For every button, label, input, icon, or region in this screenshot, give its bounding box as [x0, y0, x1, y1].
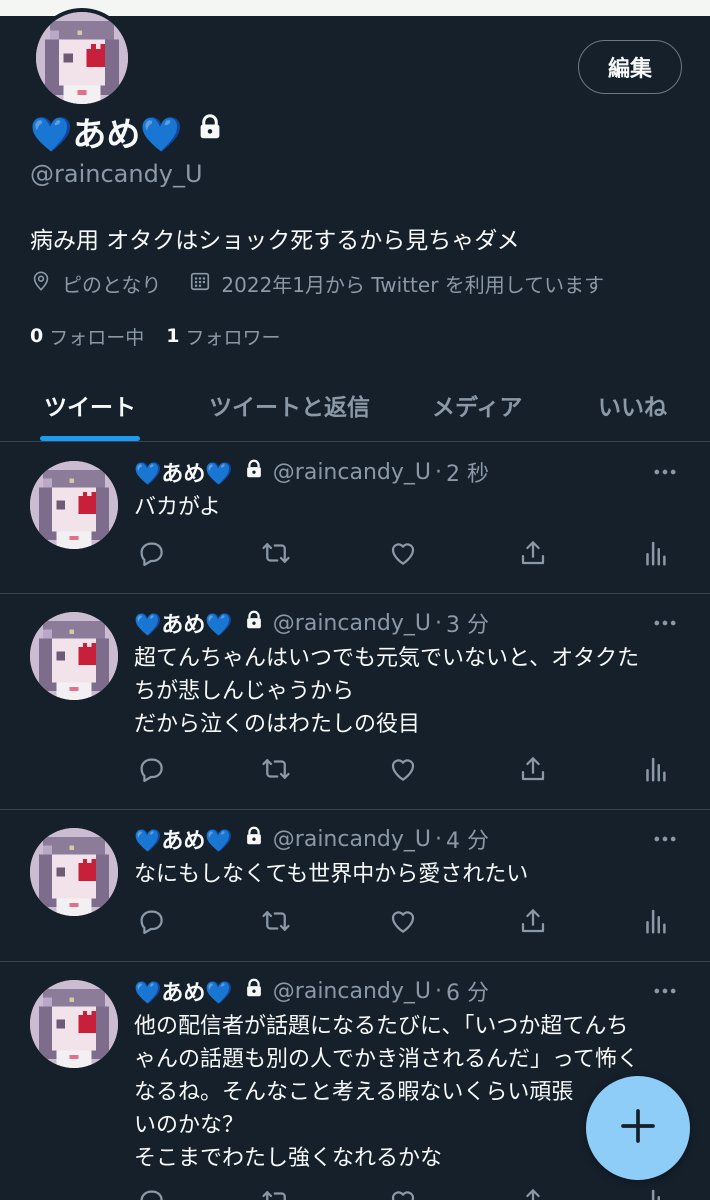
tweet-text: バカがよ: [134, 495, 221, 520]
edit-profile-button[interactable]: 編集: [578, 40, 682, 94]
tweet-author-handle[interactable]: @raincandy_U: [273, 611, 431, 636]
retweet-icon[interactable]: [259, 752, 293, 786]
location-pin-icon: [30, 270, 52, 297]
profile-meta: ピのとなり 2022年1月から Twitter を利用しています: [30, 268, 632, 298]
like-icon[interactable]: [386, 1184, 420, 1200]
tweet-separator: ·: [435, 459, 442, 485]
tweet-header: 💙あめ💙 @raincandy_U · 4 分: [134, 822, 489, 856]
profile-joined: 2022年1月から Twitter を利用しています: [189, 269, 604, 298]
tweet-author-name[interactable]: 💙あめ💙: [134, 607, 233, 639]
analytics-icon[interactable]: [638, 1184, 672, 1200]
tweet-avatar[interactable]: [30, 828, 118, 916]
tweet-text: 超てんちゃんはいつでも元気でいないと、オタクた ちが悲しんじゃうから だから泣く…: [134, 646, 640, 737]
followers-label: フォロワー: [185, 326, 281, 349]
followers-count: 1: [166, 325, 180, 347]
tweet-author-name[interactable]: 💙あめ💙: [134, 456, 233, 488]
tweet-timestamp[interactable]: 6 分: [446, 975, 489, 1007]
lock-icon: [243, 825, 265, 853]
tweet[interactable]: 💙あめ💙 @raincandy_U · 3 分 超てんちゃんはいつでも元気でいな…: [0, 594, 710, 810]
like-icon[interactable]: [386, 752, 420, 786]
share-icon[interactable]: [516, 536, 550, 570]
profile-display-name-row: 💙あめ💙: [30, 108, 225, 155]
analytics-icon[interactable]: [638, 904, 672, 938]
lock-icon: [243, 609, 265, 637]
tweet[interactable]: 💙あめ💙 @raincandy_U · 4 分 なにもしなくても世界中から愛され…: [0, 810, 710, 962]
tweet-timestamp[interactable]: 3 分: [446, 607, 489, 639]
retweet-icon[interactable]: [259, 904, 293, 938]
reply-icon[interactable]: [134, 904, 168, 938]
retweet-icon[interactable]: [259, 536, 293, 570]
joined-text: 2022年1月から Twitter を利用しています: [221, 272, 605, 297]
follow-stats: 0 フォロー中 1 フォロワー: [30, 322, 303, 350]
like-icon[interactable]: [386, 904, 420, 938]
profile-tabs: ツイート ツイートと返信 メディア いいね: [0, 368, 710, 442]
tab-media[interactable]: メディア: [432, 368, 522, 442]
profile-avatar[interactable]: [32, 8, 132, 108]
profile-location: ピのとなり: [30, 269, 161, 298]
retweet-icon[interactable]: [259, 1184, 293, 1200]
active-tab-indicator: [40, 436, 140, 441]
following-link[interactable]: 0 フォロー中: [30, 323, 144, 350]
tweet-avatar[interactable]: [30, 461, 118, 549]
tweet-author-handle[interactable]: @raincandy_U: [273, 460, 431, 485]
tweet-separator: ·: [435, 978, 442, 1004]
more-options-icon[interactable]: [648, 824, 682, 854]
calendar-icon: [189, 270, 211, 297]
tab-tweets[interactable]: ツイート: [44, 368, 136, 442]
lock-icon: [243, 977, 265, 1005]
profile-display-name: 💙あめ💙: [30, 114, 183, 155]
tweet-actions: [134, 1184, 674, 1200]
location-text: ピのとなり: [62, 272, 162, 297]
tweet-avatar[interactable]: [30, 980, 118, 1068]
followers-link[interactable]: 1 フォロワー: [166, 323, 280, 350]
tweet-actions: [134, 904, 674, 938]
tweet-header: 💙あめ💙 @raincandy_U · 6 分: [134, 974, 489, 1008]
compose-plus-icon: [618, 1106, 658, 1150]
lock-icon: [243, 458, 265, 486]
compose-tweet-button[interactable]: [586, 1076, 690, 1180]
tweet-actions: [134, 752, 674, 786]
lock-icon: [195, 111, 225, 151]
share-icon[interactable]: [516, 1184, 550, 1200]
reply-icon[interactable]: [134, 752, 168, 786]
tweet-author-name[interactable]: 💙あめ💙: [134, 975, 233, 1007]
share-icon[interactable]: [516, 904, 550, 938]
tweet-header: 💙あめ💙 @raincandy_U · 2 秒: [134, 455, 489, 489]
tab-likes[interactable]: いいね: [598, 368, 667, 442]
more-options-icon[interactable]: [648, 457, 682, 487]
tweet-author-handle[interactable]: @raincandy_U: [273, 979, 431, 1004]
profile-handle: @raincandy_U: [30, 160, 203, 188]
tweet-text: なにもしなくても世界中から愛されたい: [134, 862, 529, 887]
reply-icon[interactable]: [134, 536, 168, 570]
tweet-timestamp[interactable]: 2 秒: [446, 456, 489, 488]
like-icon[interactable]: [386, 536, 420, 570]
tweet[interactable]: 💙あめ💙 @raincandy_U · 2 秒 バカがよ: [0, 443, 710, 594]
tweet-header: 💙あめ💙 @raincandy_U · 3 分: [134, 606, 489, 640]
more-options-icon[interactable]: [648, 976, 682, 1006]
tweet-separator: ·: [435, 826, 442, 852]
following-label: フォロー中: [49, 326, 145, 349]
tweet-author-name[interactable]: 💙あめ💙: [134, 823, 233, 855]
profile-bio: 病み用 オタクはショック死するから見ちゃダメ: [30, 228, 520, 254]
following-count: 0: [30, 325, 44, 347]
analytics-icon[interactable]: [638, 752, 672, 786]
more-options-icon[interactable]: [648, 608, 682, 638]
tweet-separator: ·: [435, 610, 442, 636]
tab-tweets-and-replies[interactable]: ツイートと返信: [209, 368, 370, 442]
tweet-avatar[interactable]: [30, 612, 118, 700]
share-icon[interactable]: [516, 752, 550, 786]
tweet-actions: [134, 536, 674, 570]
reply-icon[interactable]: [134, 1184, 168, 1200]
tweet-author-handle[interactable]: @raincandy_U: [273, 827, 431, 852]
tweet-timestamp[interactable]: 4 分: [446, 823, 489, 855]
analytics-icon[interactable]: [638, 536, 672, 570]
